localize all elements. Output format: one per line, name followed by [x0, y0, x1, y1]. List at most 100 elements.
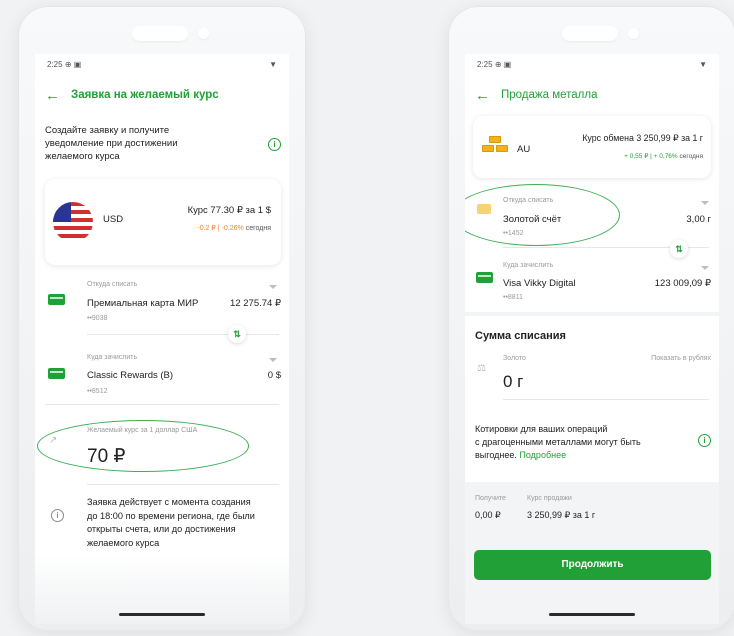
- home-indicator: [119, 613, 205, 616]
- intro-text: Создайте заявку и получите уведомление п…: [45, 124, 178, 163]
- speaker: [562, 26, 618, 41]
- swap-icon[interactable]: ⇅: [670, 240, 688, 258]
- section-separator: [465, 312, 719, 316]
- intro-line: желаемого курса: [45, 151, 120, 162]
- status-icons: ⊕ ▣: [64, 60, 82, 69]
- info-icon[interactable]: i: [698, 434, 711, 447]
- from-label: Откуда списать: [87, 281, 138, 288]
- chevron-down-icon[interactable]: [269, 358, 277, 362]
- note-line: до 18:00 по времени региона, где были: [87, 510, 255, 521]
- to-label: Куда зачислить: [503, 262, 554, 269]
- status-bar: 2:25 ⊕ ▣ ▼: [477, 60, 707, 72]
- status-icons: ⊕ ▣: [494, 60, 512, 69]
- status-time: 2:25: [47, 60, 63, 69]
- phone-left: 2:25 ⊕ ▣ ▼ ← Заявка на желаемый курс Соз…: [18, 6, 306, 631]
- divider: [503, 399, 709, 400]
- sell-rate-label: Курс продажи: [527, 495, 572, 502]
- page-title: Заявка на желаемый курс: [71, 89, 219, 101]
- change-when: сегодня: [245, 225, 271, 232]
- currency-code: USD: [103, 214, 124, 225]
- chevron-down-icon[interactable]: [269, 285, 277, 289]
- back-arrow-icon[interactable]: ←: [475, 88, 495, 103]
- from-amount: 12 275.74 ₽: [230, 298, 281, 309]
- to-card-number: ••8512: [87, 388, 108, 395]
- change-abs: + 0,55 ₽: [624, 153, 649, 160]
- card-icon: [48, 294, 65, 305]
- phone-right: 2:25 ⊕ ▣ ▼ ← Продажа металла AU Курс обм…: [448, 6, 734, 631]
- card-icon: [476, 272, 493, 283]
- header: ← Заявка на желаемый курс: [45, 86, 279, 104]
- quote-line-end: выгоднее.: [475, 450, 517, 460]
- metal-rate-card: AU Курс обмена 3 250,99 ₽ за 1 г + 0,55 …: [473, 116, 711, 178]
- camera: [628, 28, 639, 39]
- info-icon[interactable]: i: [268, 138, 281, 151]
- receive-label: Получите: [475, 495, 506, 502]
- highlight-ellipse: [465, 184, 620, 246]
- screen-desired-rate: 2:25 ⊕ ▣ ▼ ← Заявка на желаемый курс Соз…: [35, 54, 289, 624]
- quote-text: Котировки для ваших операций с драгоценн…: [475, 423, 641, 462]
- change-abs: -0.2 ₽: [197, 225, 216, 232]
- gold-label: Золото: [503, 355, 526, 362]
- change-pct: -0.26%: [221, 225, 244, 232]
- change-sep: |: [650, 153, 652, 160]
- card-icon: [48, 368, 65, 379]
- show-rub-link[interactable]: Показать в рублях: [651, 355, 711, 362]
- to-amount: 0 $: [267, 370, 281, 381]
- note-line: Заявка действует с момента создания: [87, 497, 251, 507]
- gold-amount-input[interactable]: 0 г: [503, 372, 523, 392]
- page-title: Продажа металла: [501, 89, 598, 101]
- divider: [87, 334, 279, 335]
- metal-code: AU: [517, 144, 531, 155]
- screen-metal-sale: 2:25 ⊕ ▣ ▼ ← Продажа металла AU Курс обм…: [465, 54, 719, 624]
- wifi-icon: ▼: [699, 60, 707, 69]
- note-line: открыты счета, или до достижения: [87, 524, 236, 534]
- change-pct: + 0,76%: [653, 153, 678, 160]
- change-when: сегодня: [679, 153, 703, 160]
- quote-line: выгоднее. Подробнее: [475, 449, 641, 462]
- metal-rate-change: + 0,55 ₽ | + 0,76% сегодня: [624, 152, 703, 160]
- info-icon[interactable]: i: [51, 509, 64, 522]
- divider: [45, 404, 279, 405]
- note-line: желаемого курса: [87, 537, 160, 548]
- quote-line: с драгоценными металлами могут быть: [475, 437, 641, 447]
- header: ← Продажа металла: [475, 86, 709, 104]
- from-card-number: ••9038: [87, 315, 108, 322]
- sum-title: Сумма списания: [475, 330, 566, 342]
- gold-bar: [482, 145, 494, 152]
- scale-icon: ⚖: [477, 363, 486, 374]
- home-indicator: [549, 613, 635, 616]
- camera: [198, 28, 209, 39]
- change-sep: |: [217, 225, 220, 232]
- gold-bar: [489, 136, 501, 143]
- to-card-name[interactable]: Classic Rewards (B): [87, 370, 173, 381]
- gold-bars-icon: [481, 136, 509, 158]
- chevron-down-icon[interactable]: [701, 201, 709, 205]
- rate-text: Курс 77.30 ₽ за 1 $: [187, 205, 271, 216]
- to-label: Куда зачислить: [87, 354, 138, 361]
- intro-line: уведомление при достижении: [45, 138, 178, 149]
- usa-flag-icon: [53, 202, 93, 242]
- to-card-name[interactable]: Visa Vikky Digital: [503, 278, 576, 289]
- from-card-name[interactable]: Премиальная карта МИР: [87, 298, 198, 309]
- rate-card: USD Курс 77.30 ₽ за 1 $ -0.2 ₽ | -0.26% …: [45, 179, 281, 265]
- wifi-icon: ▼: [269, 60, 277, 69]
- chevron-down-icon[interactable]: [701, 266, 709, 270]
- sell-rate-value: 3 250,99 ₽ за 1 г: [527, 510, 596, 520]
- status-time: 2:25: [477, 60, 493, 69]
- continue-button[interactable]: Продолжить: [474, 550, 711, 580]
- highlight-ellipse: [37, 420, 249, 472]
- back-arrow-icon[interactable]: ←: [45, 88, 65, 103]
- receive-value: 0,00 ₽: [475, 510, 501, 520]
- intro-line: Создайте заявку и получите: [45, 125, 170, 136]
- quote-line: Котировки для ваших операций: [475, 424, 608, 434]
- to-amount: 123 009,09 ₽: [654, 278, 711, 289]
- note-text: Заявка действует с момента создания до 1…: [87, 496, 255, 550]
- status-bar: 2:25 ⊕ ▣ ▼: [47, 60, 277, 72]
- to-card-number: ••8811: [503, 294, 523, 301]
- gold-bar: [496, 145, 508, 152]
- swap-icon[interactable]: ⇅: [228, 325, 246, 343]
- more-link[interactable]: Подробнее: [519, 450, 566, 460]
- divider: [87, 484, 279, 485]
- from-amount: 3,00 г: [686, 214, 711, 225]
- rate-change: -0.2 ₽ | -0.26% сегодня: [197, 224, 271, 232]
